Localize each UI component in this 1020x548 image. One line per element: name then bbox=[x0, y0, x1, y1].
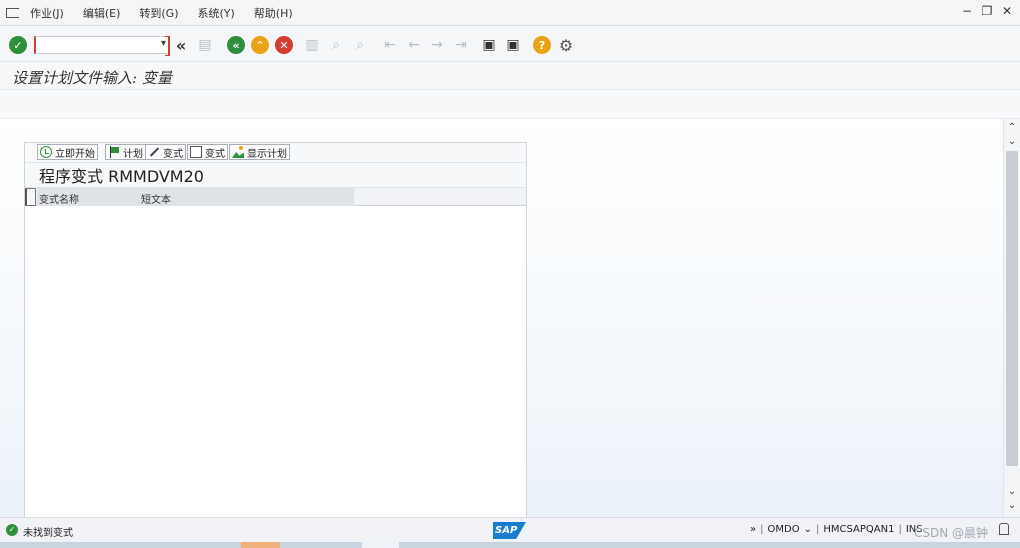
chart-icon bbox=[232, 146, 244, 158]
panel-toolbar: 立即开始 计划 变式 变式 显示计划 bbox=[25, 143, 526, 163]
taskbar-segment bbox=[362, 542, 399, 548]
menu-system[interactable]: 系统(Y) bbox=[197, 5, 234, 21]
scroll-up-icon[interactable]: ⌄ bbox=[1006, 136, 1018, 150]
select-all-cell[interactable] bbox=[25, 188, 36, 206]
standard-toolbar: ✓ ▾ « ▤ « ⌃ ✕ ▥ ⌕ ⌕ ⇤ ← → ⇥ ▣ ▣ ? ⚙ bbox=[0, 26, 1020, 62]
clock-icon bbox=[40, 146, 52, 158]
variant-title: 程序变式 RMMDVM20 bbox=[39, 167, 204, 186]
menu-goto[interactable]: 转到(G) bbox=[139, 5, 178, 21]
back-icon[interactable]: « bbox=[227, 36, 245, 54]
first-page-icon[interactable]: ⇤ bbox=[381, 36, 399, 54]
menu-job[interactable]: 作业(J) bbox=[30, 5, 64, 21]
scroll-down-icon[interactable]: ⌄ bbox=[1006, 486, 1018, 500]
scroll-top-icon[interactable]: ⌃ bbox=[1006, 122, 1018, 136]
find-icon[interactable]: ⌕ bbox=[327, 36, 345, 54]
start-immediately-label: 立即开始 bbox=[55, 148, 95, 160]
server-name: HMCSAPQAN1 bbox=[823, 524, 895, 535]
command-input[interactable] bbox=[36, 37, 154, 53]
variant-table-body bbox=[25, 206, 526, 517]
taskbar-segment bbox=[241, 542, 280, 548]
history-icon[interactable]: « bbox=[172, 36, 190, 55]
shortcut-icon[interactable]: ▣ bbox=[504, 36, 522, 54]
pencil-icon bbox=[148, 146, 160, 158]
previous-page-icon[interactable]: ← bbox=[405, 36, 423, 54]
new-session-icon[interactable]: ▣ bbox=[480, 36, 498, 54]
command-field[interactable]: ▾ bbox=[34, 36, 170, 56]
application-toolbar bbox=[0, 90, 1020, 119]
edit-variant-button[interactable]: 变式 bbox=[145, 144, 186, 160]
check-icon[interactable]: ✓ bbox=[9, 36, 27, 54]
chevron-down-icon[interactable]: ⌄ bbox=[804, 524, 812, 535]
close-icon[interactable]: ✕ bbox=[1000, 4, 1014, 18]
app-menu-icon[interactable] bbox=[6, 7, 20, 18]
chevron-down-icon[interactable]: ▾ bbox=[161, 38, 166, 49]
maximize-icon[interactable]: ❐ bbox=[980, 4, 994, 18]
sap-logo: SAP bbox=[493, 522, 526, 539]
create-variant-label: 变式 bbox=[205, 148, 225, 160]
document-icon bbox=[190, 146, 202, 158]
system-info: » | OMDO ⌄ | HMCSAPQAN1 | INS bbox=[750, 524, 923, 535]
separator: | bbox=[898, 524, 902, 535]
schedule-button[interactable]: 计划 bbox=[105, 144, 146, 160]
title-bar: 设置计划文件输入: 变量 bbox=[0, 62, 1020, 90]
column-variant-name[interactable]: 变式名称 bbox=[39, 191, 79, 206]
separator: | bbox=[815, 524, 820, 535]
transaction-code[interactable]: OMDO bbox=[768, 524, 800, 535]
exit-icon[interactable]: ⌃ bbox=[251, 36, 269, 54]
create-variant-button[interactable]: 变式 bbox=[187, 144, 228, 160]
success-icon: ✓ bbox=[6, 524, 18, 536]
status-bar: ✓ 未找到变式 SAP » | OMDO ⌄ | HMCSAPQAN1 | IN… bbox=[0, 517, 1020, 542]
window-controls: − ❐ ✕ bbox=[960, 4, 1014, 18]
vertical-scrollbar[interactable]: ⌃ ⌄ ⌄ ⌄ bbox=[1003, 119, 1020, 517]
schedule-label: 计划 bbox=[123, 148, 143, 160]
menu-bar: 作业(J) 编辑(E) 转到(G) 系统(Y) 帮助(H) − ❐ ✕ bbox=[0, 0, 1020, 26]
variant-table-header: 变式名称 短文本 bbox=[25, 187, 526, 206]
last-page-icon[interactable]: ⇥ bbox=[452, 36, 470, 54]
edit-variant-label: 变式 bbox=[163, 148, 183, 160]
display-schedule-label: 显示计划 bbox=[247, 148, 287, 160]
scrollbar-thumb[interactable] bbox=[1006, 151, 1018, 466]
taskbar-strip bbox=[0, 542, 1020, 548]
cancel-icon[interactable]: ✕ bbox=[275, 36, 293, 54]
save-icon[interactable]: ▤ bbox=[196, 36, 214, 54]
menu-edit[interactable]: 编辑(E) bbox=[83, 5, 121, 21]
column-header-background bbox=[37, 188, 354, 206]
variant-panel: 立即开始 计划 变式 变式 显示计划 程序变式 RMMDVM20 变式名称 短文… bbox=[24, 142, 527, 518]
print-icon[interactable]: ▥ bbox=[303, 36, 321, 54]
separator: | bbox=[760, 524, 764, 535]
scroll-bottom-icon[interactable]: ⌄ bbox=[1006, 500, 1018, 514]
start-immediately-button[interactable]: 立即开始 bbox=[37, 144, 98, 160]
next-page-icon[interactable]: → bbox=[428, 36, 446, 54]
page-title: 设置计划文件输入: 变量 bbox=[12, 69, 172, 87]
watermark: CSDN @晨钟 bbox=[914, 526, 989, 540]
flag-icon bbox=[108, 146, 120, 158]
gear-icon[interactable]: ⚙ bbox=[557, 36, 575, 55]
status-message[interactable]: 未找到变式 bbox=[23, 524, 73, 539]
display-schedule-button[interactable]: 显示计划 bbox=[229, 144, 290, 160]
find-next-icon[interactable]: ⌕ bbox=[351, 36, 369, 54]
minimize-icon[interactable]: − bbox=[960, 4, 974, 18]
more-icon[interactable]: » bbox=[750, 524, 756, 535]
help-icon[interactable]: ? bbox=[533, 36, 551, 54]
lock-icon bbox=[999, 523, 1009, 535]
column-short-text[interactable]: 短文本 bbox=[141, 191, 171, 206]
menu-help[interactable]: 帮助(H) bbox=[254, 5, 293, 21]
